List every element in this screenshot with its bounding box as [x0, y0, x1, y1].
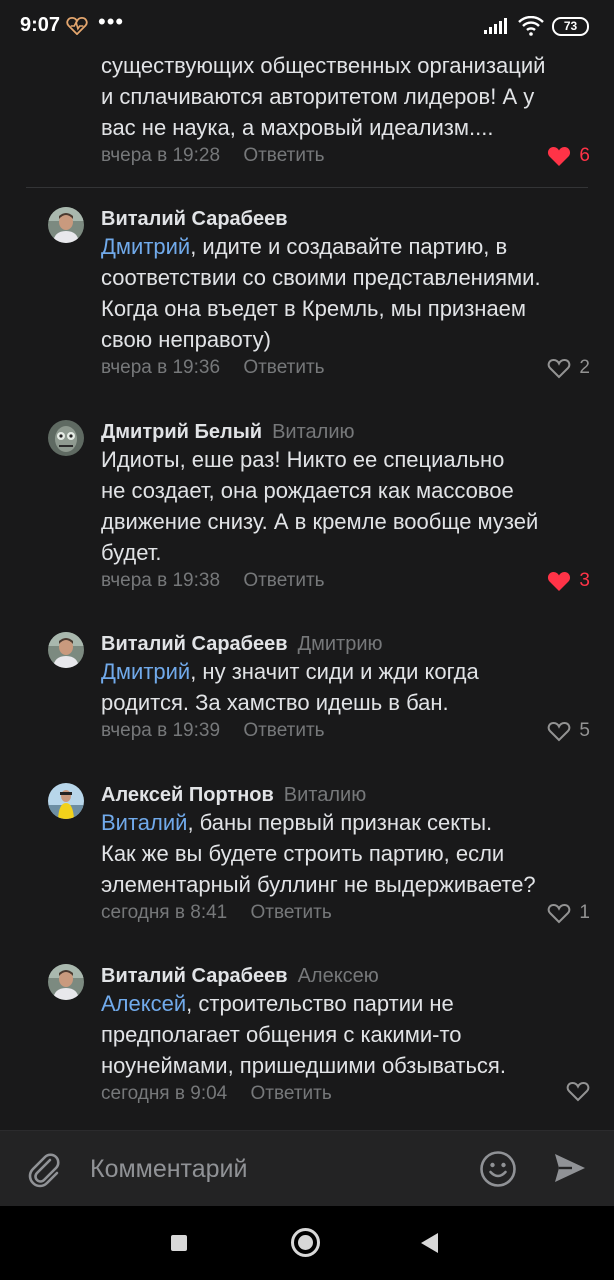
comment-text: Идиоты, еше раз! Никто ее специально не … — [101, 447, 539, 565]
reply-to-label[interactable]: Виталию — [284, 784, 366, 806]
comment-author[interactable]: Дмитрий Белый Виталию — [101, 420, 596, 444]
reply-button[interactable]: Ответить — [251, 902, 332, 923]
emoji-icon[interactable] — [479, 1150, 517, 1193]
like-count: 3 — [579, 570, 590, 591]
reply-button[interactable]: Ответить — [243, 570, 324, 591]
reply-button[interactable]: Ответить — [243, 145, 324, 166]
heart-icon — [548, 571, 571, 591]
reply-to-label[interactable]: Виталию — [272, 421, 354, 443]
like-button[interactable]: 1 — [547, 900, 590, 926]
comment-author[interactable]: Алексей Портнов Виталию — [101, 783, 596, 807]
like-button[interactable]: 2 — [547, 355, 590, 381]
comment-meta: вчера в 19:38 Ответить 3 — [101, 568, 596, 594]
heart-icon — [566, 1081, 590, 1102]
mention-link[interactable]: Дмитрий — [101, 234, 190, 259]
heart-icon — [548, 146, 571, 166]
mention-link[interactable]: Виталий — [101, 810, 187, 835]
comment-time: сегодня в 9:04 — [101, 1083, 228, 1104]
reply-button[interactable]: Ответить — [251, 1083, 332, 1104]
attach-icon[interactable] — [26, 1150, 62, 1193]
avatar[interactable] — [48, 420, 84, 456]
comments-feed[interactable]: существующих общественных организаций и … — [0, 0, 614, 1130]
comment-text: Дмитрий, ну значит сиди и жди когда роди… — [101, 659, 479, 715]
comment-text: Виталий, баны первый признак секты. Как … — [101, 810, 536, 897]
comment-author[interactable]: Виталий Сарабеев Дмитрию — [101, 632, 596, 656]
mention-link[interactable]: Алексей — [101, 991, 186, 1016]
like-count: 2 — [579, 357, 590, 378]
comment-time: сегодня в 8:41 — [101, 902, 228, 923]
comment-author[interactable]: Виталий Сарабеев — [101, 207, 596, 231]
reply-to-label[interactable]: Алексею — [298, 965, 379, 987]
like-count: 1 — [579, 902, 590, 923]
comment-author[interactable]: Виталий Сарабеев Алексею — [101, 964, 596, 988]
comment-input[interactable]: Комментарий — [90, 1151, 450, 1187]
like-button[interactable]: 5 — [547, 718, 590, 744]
comment-text: Дмитрий, идите и создавайте партию, в со… — [101, 234, 541, 352]
comment-meta: вчера в 19:28 Ответить 6 — [101, 143, 596, 169]
comment-time: вчера в 19:38 — [101, 570, 221, 591]
like-count: 6 — [579, 145, 590, 166]
avatar[interactable] — [48, 632, 84, 668]
recents-icon[interactable] — [171, 1235, 187, 1251]
comment-time: вчера в 19:28 — [101, 145, 221, 166]
reply-button[interactable]: Ответить — [243, 357, 324, 378]
system-nav-bar — [0, 1206, 614, 1280]
heart-icon — [548, 358, 571, 378]
comment-time: вчера в 19:39 — [101, 720, 221, 741]
send-icon[interactable] — [552, 1150, 588, 1191]
comment-composer: Комментарий — [0, 1130, 614, 1206]
comment-meta: сегодня в 9:04 Ответить — [101, 1081, 596, 1107]
avatar[interactable] — [48, 207, 84, 243]
comment-time: вчера в 19:36 — [101, 357, 221, 378]
heart-icon — [548, 721, 571, 741]
comment-text: существующих общественных организаций и … — [101, 53, 546, 140]
like-count: 5 — [579, 720, 590, 741]
comment-text: Алексей, строительство партии не предпол… — [101, 991, 506, 1078]
mention-link[interactable]: Дмитрий — [101, 659, 190, 684]
like-button[interactable]: 6 — [547, 143, 590, 169]
comment-meta: вчера в 19:36 Ответить 2 — [101, 355, 596, 381]
avatar[interactable] — [48, 964, 84, 1000]
comment-meta: сегодня в 8:41 Ответить 1 — [101, 900, 596, 926]
reply-to-label[interactable]: Дмитрию — [298, 633, 383, 655]
like-button[interactable] — [566, 1081, 590, 1102]
like-button[interactable]: 3 — [547, 568, 590, 594]
comment-separator — [26, 187, 588, 188]
back-icon[interactable] — [421, 1233, 438, 1253]
comment-meta: вчера в 19:39 Ответить 5 — [101, 718, 596, 744]
heart-icon — [548, 903, 571, 923]
reply-button[interactable]: Ответить — [243, 720, 324, 741]
home-icon[interactable] — [291, 1228, 320, 1257]
avatar[interactable] — [48, 783, 84, 819]
